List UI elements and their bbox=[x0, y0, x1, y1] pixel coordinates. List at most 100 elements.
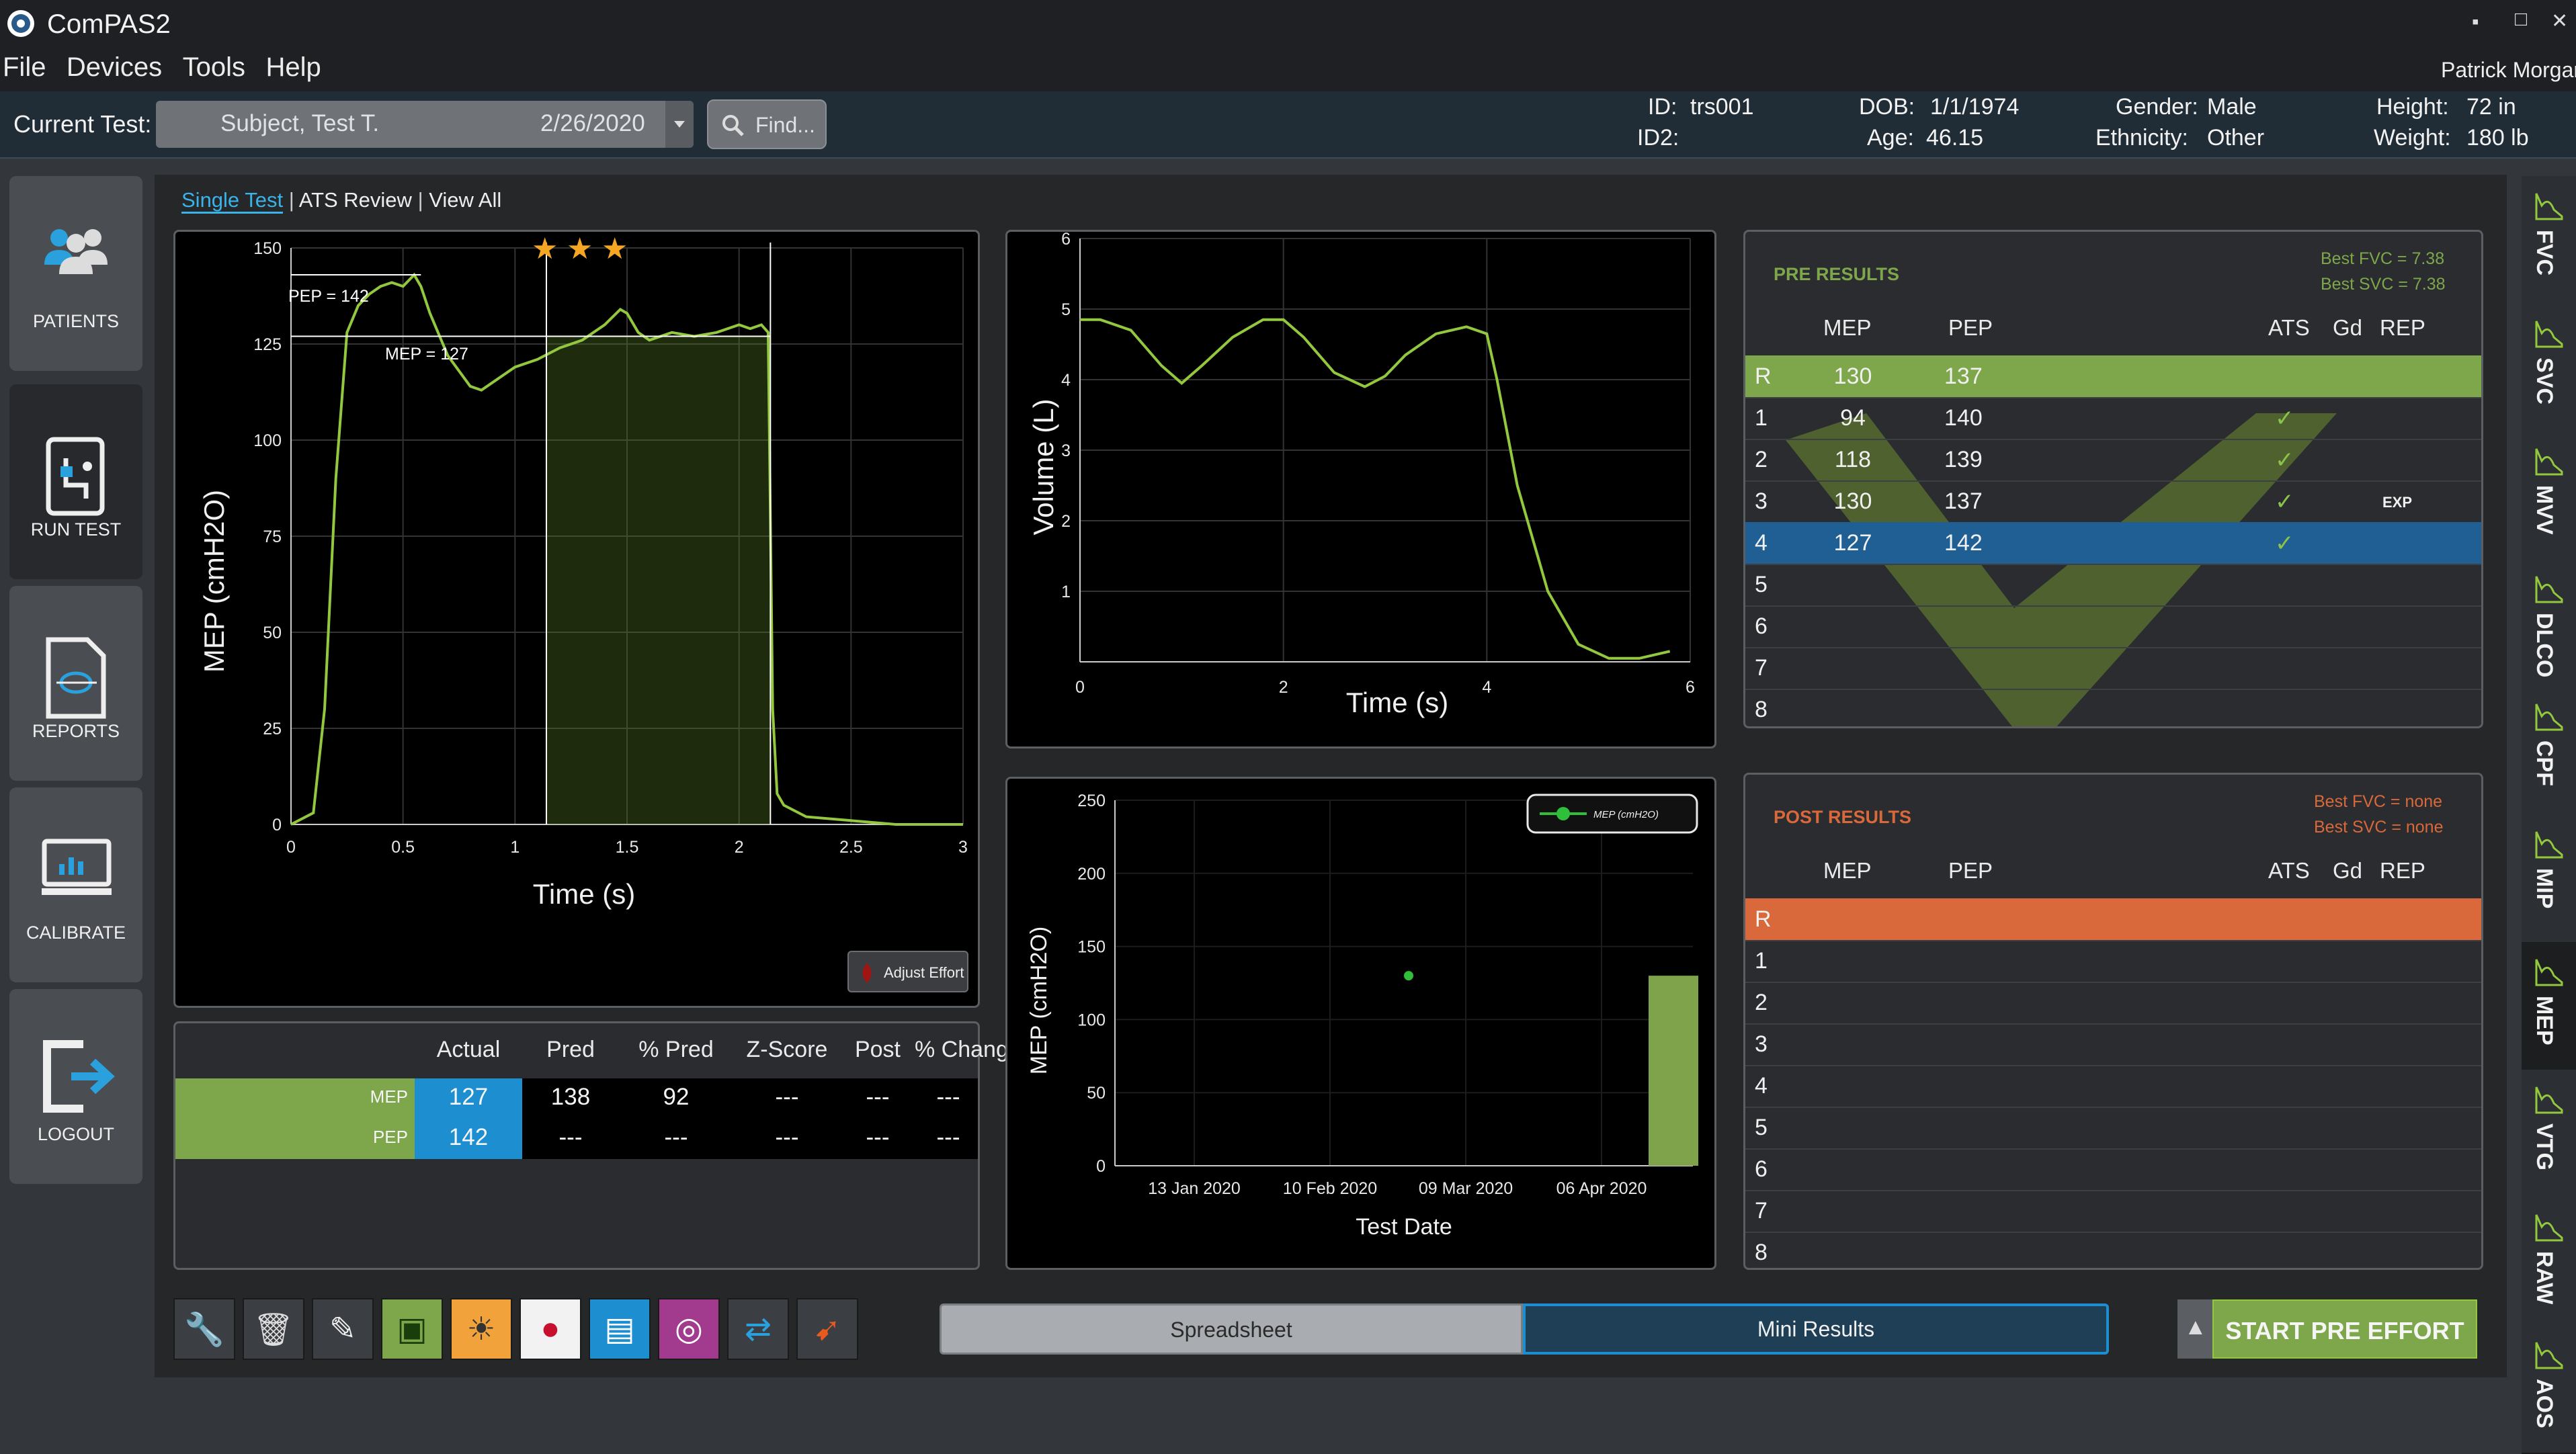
nav-run-test[interactable]: RUN TEST bbox=[9, 384, 142, 579]
reports-icon bbox=[46, 637, 106, 719]
start-pre-effort-label: START PRE EFFORT bbox=[2225, 1317, 2464, 1344]
patient-folder-button[interactable]: ▣ bbox=[381, 1298, 443, 1360]
tab-svc[interactable]: SVC bbox=[2522, 304, 2576, 433]
carrot-icon: ➹ bbox=[813, 1312, 841, 1347]
results-row[interactable]: 1 bbox=[1745, 940, 2481, 983]
y-tick-label: 100 bbox=[253, 431, 282, 450]
adjust-effort-button[interactable]: Adjust Effort bbox=[847, 951, 968, 992]
best-fvc: Best FVC = 7.38 bbox=[2321, 249, 2445, 268]
start-pre-effort-button[interactable]: START PRE EFFORT bbox=[2212, 1299, 2477, 1359]
tab-mvv[interactable]: MVV bbox=[2522, 431, 2576, 560]
results-row[interactable]: R 130 137 bbox=[1745, 355, 2481, 398]
results-row[interactable]: 8 bbox=[1745, 1232, 2481, 1268]
spirometry-curve-icon bbox=[2535, 959, 2563, 986]
age-value: 46.15 bbox=[1926, 125, 1984, 151]
tab-mep[interactable]: MEP bbox=[2522, 942, 2576, 1071]
chevron-down-icon bbox=[674, 121, 685, 128]
trend-data-point[interactable] bbox=[1404, 971, 1413, 981]
y-tick-label: 4 bbox=[1061, 371, 1071, 390]
results-row[interactable]: 3 bbox=[1745, 1023, 2481, 1066]
x-tick-label: 1.5 bbox=[616, 838, 639, 857]
tab-vtg[interactable]: VTG bbox=[2522, 1070, 2576, 1199]
side-tab-label: CPF bbox=[2532, 740, 2557, 786]
menu-devices[interactable]: Devices bbox=[67, 52, 162, 83]
results-row[interactable]: 7 bbox=[1745, 647, 2481, 690]
row-mep: 127 bbox=[1833, 530, 1872, 556]
rotate-button[interactable]: ◎ bbox=[658, 1298, 720, 1360]
tab-raw[interactable]: RAW bbox=[2522, 1197, 2576, 1326]
results-row[interactable]: 4 bbox=[1745, 1065, 2481, 1108]
results-row[interactable]: 5 bbox=[1745, 564, 2481, 607]
tab-ats-review[interactable]: ATS Review bbox=[299, 188, 412, 212]
row-number: 4 bbox=[1755, 1073, 1768, 1099]
row-number: R bbox=[1755, 906, 1772, 932]
expand-up-button[interactable]: ▲ bbox=[2177, 1299, 2212, 1359]
star-icon: ★ bbox=[567, 232, 593, 265]
edit-icon: ✎ bbox=[329, 1312, 357, 1347]
pep-annotation: PEP = 142 bbox=[288, 287, 369, 306]
trend-legend[interactable]: MEP (cmH2O) bbox=[1526, 794, 1698, 834]
summary-cell: --- bbox=[775, 1124, 799, 1150]
results-row[interactable]: 7 bbox=[1745, 1190, 2481, 1233]
row-number: 6 bbox=[1755, 613, 1768, 639]
current-test-subject: Subject, Test T. bbox=[220, 110, 380, 136]
minimize-button[interactable]: ▪ bbox=[2472, 11, 2479, 34]
nav-patients[interactable]: PATIENTS bbox=[9, 176, 142, 371]
nav-calibrate[interactable]: CALIBRATE bbox=[9, 787, 142, 982]
nav-logout[interactable]: LOGOUT bbox=[9, 989, 142, 1184]
find-button[interactable]: Find... bbox=[707, 99, 827, 149]
ethnicity-value: Other bbox=[2207, 125, 2265, 151]
current-test-select[interactable]: Subject, Test T. 2/26/2020 bbox=[156, 101, 694, 148]
results-row[interactable]: R bbox=[1745, 898, 2481, 941]
tab-single-test[interactable]: Single Test bbox=[181, 188, 284, 214]
row-number: 8 bbox=[1755, 1240, 1768, 1265]
tab-mip[interactable]: MIP bbox=[2522, 814, 2576, 943]
spreadsheet-button[interactable]: Spreadsheet bbox=[940, 1303, 1523, 1355]
syringe-button[interactable]: ⇄ bbox=[727, 1298, 789, 1360]
summary-cell: 127 bbox=[448, 1084, 489, 1110]
dropdown-button[interactable] bbox=[665, 101, 694, 148]
results-row[interactable]: 2 118 139 ✓ bbox=[1745, 439, 2481, 482]
y-tick-label: 150 bbox=[253, 239, 282, 258]
results-row[interactable]: 6 bbox=[1745, 1148, 2481, 1191]
menu-tools[interactable]: Tools bbox=[183, 52, 245, 83]
trash-button[interactable]: 🗑 bbox=[243, 1298, 304, 1360]
up-arrow-icon: ▲ bbox=[2184, 1314, 2207, 1340]
tab-cpf[interactable]: CPF bbox=[2522, 687, 2576, 816]
row-mep: 130 bbox=[1833, 488, 1872, 514]
carrot-button[interactable]: ➹ bbox=[796, 1298, 858, 1360]
tab-view-all[interactable]: View All bbox=[429, 188, 501, 212]
summary-cell: --- bbox=[664, 1124, 688, 1150]
tab-fvc[interactable]: FVC bbox=[2522, 176, 2576, 305]
results-row[interactable]: 5 bbox=[1745, 1107, 2481, 1150]
weather-button[interactable]: ☀ bbox=[450, 1298, 512, 1360]
patient-info-bar: Current Test: Subject, Test T. 2/26/2020… bbox=[0, 91, 2576, 159]
maximize-button[interactable]: □ bbox=[2515, 8, 2527, 31]
monitor-button[interactable]: ▤ bbox=[589, 1298, 651, 1360]
summary-row-label: PEP bbox=[372, 1127, 408, 1147]
tab-aos[interactable]: AOS bbox=[2522, 1325, 2576, 1454]
mini-results-button[interactable]: Mini Results bbox=[1523, 1303, 2109, 1355]
edit-button[interactable]: ✎ bbox=[312, 1298, 374, 1360]
results-row[interactable]: 4 127 142 ✓ bbox=[1745, 522, 2481, 565]
run-test-icon bbox=[46, 437, 105, 516]
user-name[interactable]: Patrick Morgan bbox=[2441, 58, 2576, 83]
spirometry-curve-icon bbox=[2535, 1342, 2563, 1369]
row-number: 5 bbox=[1755, 1115, 1768, 1140]
menu-help[interactable]: Help bbox=[265, 52, 321, 83]
results-row[interactable]: 8 bbox=[1745, 689, 2481, 726]
wrench-icon: 🔧 bbox=[184, 1312, 224, 1348]
wrench-button[interactable]: 🔧 bbox=[173, 1298, 235, 1360]
results-row[interactable]: 3 130 137 ✓ EXP bbox=[1745, 480, 2481, 523]
nav-reports[interactable]: REPORTS bbox=[9, 586, 142, 781]
logout-icon bbox=[43, 1040, 115, 1113]
effort-icon bbox=[862, 963, 872, 983]
tab-dlco[interactable]: DLCO bbox=[2522, 559, 2576, 688]
menu-file[interactable]: File bbox=[3, 52, 46, 83]
rep-exp-icon[interactable]: EXP bbox=[2382, 494, 2412, 511]
blood-drop-button[interactable]: ● bbox=[520, 1298, 581, 1360]
close-button[interactable]: ✕ bbox=[2551, 9, 2568, 33]
results-row[interactable]: 1 94 140 ✓ bbox=[1745, 397, 2481, 440]
results-row[interactable]: 6 bbox=[1745, 605, 2481, 648]
results-row[interactable]: 2 bbox=[1745, 982, 2481, 1025]
